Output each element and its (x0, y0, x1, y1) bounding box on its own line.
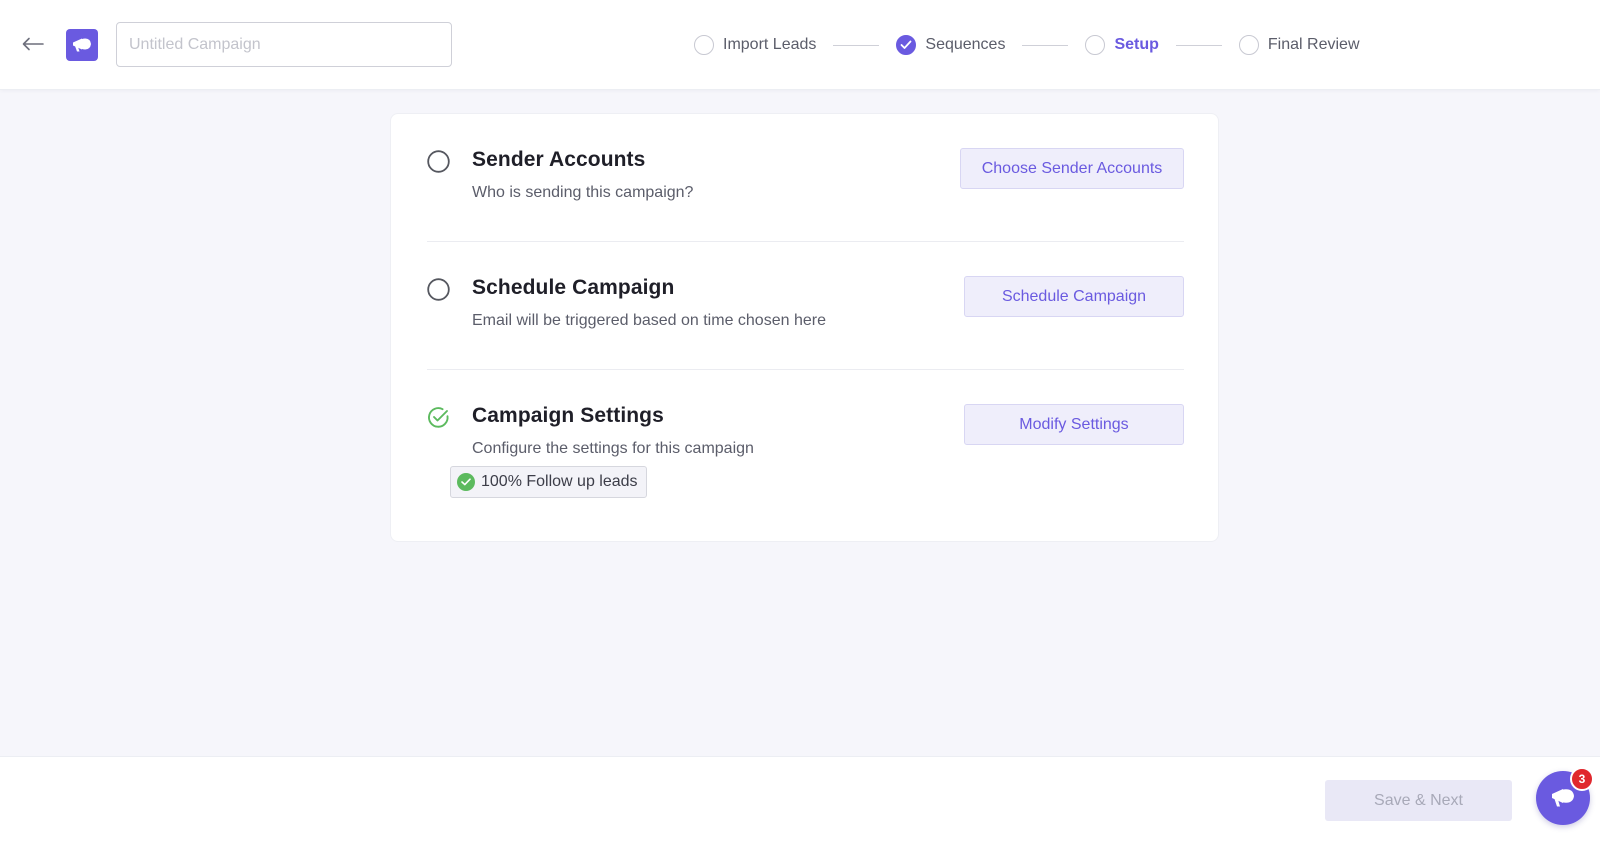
step-complete-check-icon (896, 35, 917, 55)
complete-check-circle-icon (427, 406, 450, 429)
step-sequences[interactable]: Sequences (896, 35, 1005, 55)
step-pending-circle-icon (1238, 35, 1259, 55)
megaphone-icon (1552, 789, 1574, 807)
section-title: Sender Accounts (472, 148, 646, 171)
top-header: Import Leads Sequences Setup Final Revie… (0, 0, 1600, 90)
schedule-campaign-button[interactable]: Schedule Campaign (964, 276, 1184, 317)
step-label: Sequences (925, 36, 1006, 53)
chip-label: 100% Follow up leads (481, 473, 638, 490)
modify-settings-button[interactable]: Modify Settings (964, 404, 1184, 445)
incomplete-circle-icon (427, 150, 450, 173)
follow-up-leads-chip: 100% Follow up leads (450, 466, 647, 498)
step-label: Final Review (1267, 36, 1360, 53)
step-label: Setup (1114, 36, 1159, 53)
section-description: Who is sending this campaign? (472, 184, 694, 201)
save-next-button[interactable]: Save & Next (1325, 780, 1512, 821)
incomplete-circle-icon (427, 278, 450, 301)
schedule-campaign-section: Schedule Campaign Email will be triggere… (427, 274, 1184, 370)
help-chat-button[interactable]: 3 (1536, 767, 1594, 825)
section-description: Configure the settings for this campaign (472, 440, 754, 457)
notification-badge: 3 (1570, 767, 1594, 791)
sender-accounts-section: Sender Accounts Who is sending this camp… (427, 146, 1184, 242)
setup-card: Sender Accounts Who is sending this camp… (390, 113, 1219, 542)
step-setup[interactable]: Setup (1085, 35, 1159, 55)
step-connector (1022, 44, 1069, 46)
section-title: Schedule Campaign (472, 276, 675, 299)
step-connector (833, 44, 880, 46)
step-label: Import Leads (723, 36, 817, 53)
campaign-settings-section: Campaign Settings Configure the settings… (427, 402, 1184, 512)
bottom-footer: Save & Next 3 (0, 756, 1600, 846)
check-circle-icon (457, 473, 475, 491)
campaign-name-input[interactable] (116, 22, 452, 67)
step-pending-circle-icon (1085, 35, 1106, 55)
section-description: Email will be triggered based on time ch… (472, 312, 826, 329)
progress-stepper: Import Leads Sequences Setup Final Revie… (694, 32, 1360, 58)
step-final-review[interactable]: Final Review (1238, 35, 1360, 55)
choose-sender-accounts-button[interactable]: Choose Sender Accounts (960, 148, 1184, 189)
step-import-leads[interactable]: Import Leads (694, 35, 816, 55)
step-connector (1175, 44, 1222, 46)
back-arrow-icon[interactable] (20, 31, 46, 57)
megaphone-logo-icon (66, 29, 98, 61)
step-pending-circle-icon (694, 35, 714, 55)
section-title: Campaign Settings (472, 404, 664, 427)
